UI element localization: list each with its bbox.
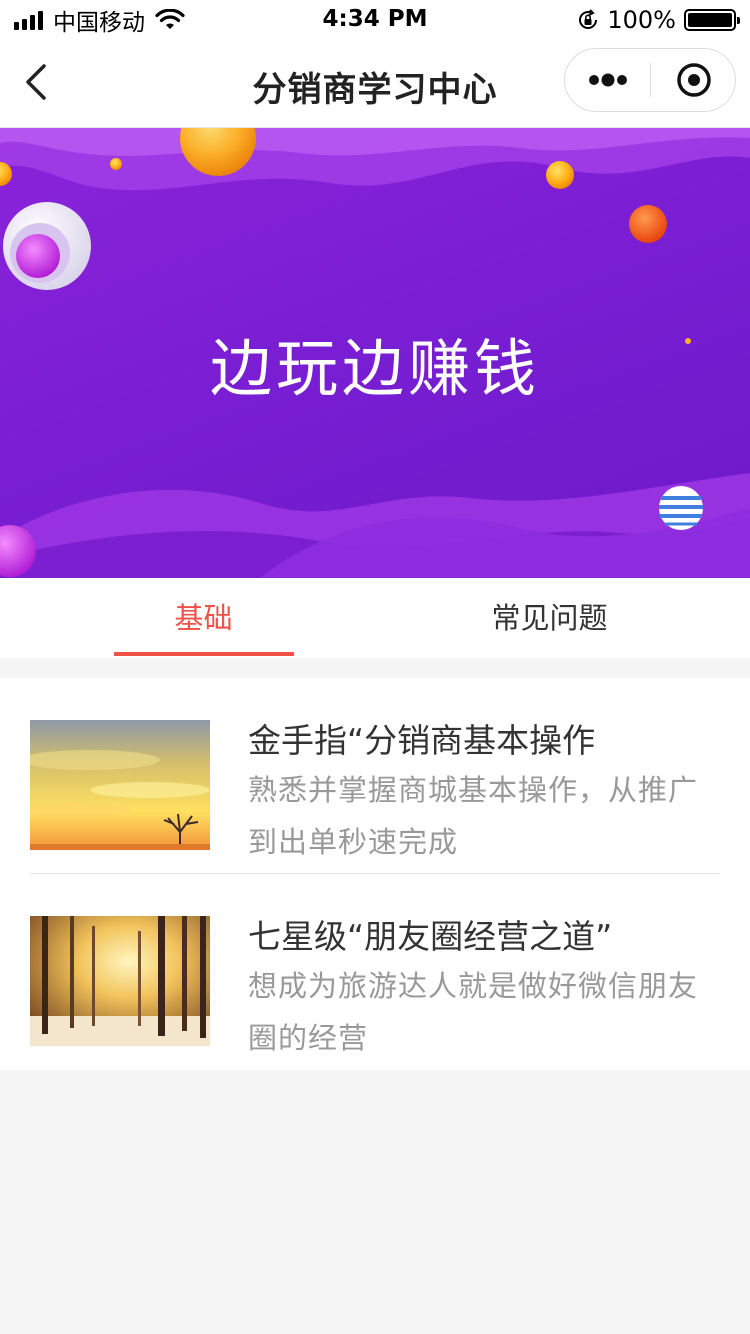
target-circle-icon bbox=[677, 63, 711, 97]
article-thumbnail bbox=[30, 916, 210, 1046]
more-button[interactable] bbox=[565, 49, 651, 111]
article-title: 七星级“朋友圈经营之道” bbox=[248, 917, 613, 956]
article-title: 金手指“分销商基本操作 bbox=[248, 721, 596, 760]
rotation-lock-icon bbox=[579, 9, 598, 29]
tab-faq-label: 常见问题 bbox=[491, 601, 608, 635]
tab-faq[interactable]: 常见问题 bbox=[362, 578, 737, 658]
active-tab-indicator bbox=[114, 652, 294, 656]
sunset-sky-image bbox=[30, 720, 210, 850]
article-list: 金手指“分销商基本操作 熟悉并掌握商城基本操作，从推广到出单秒速完成 七星级“朋… bbox=[0, 678, 750, 1070]
battery-icon bbox=[684, 9, 740, 31]
article-description: 熟悉并掌握商城基本操作，从推广到出单秒速完成 bbox=[248, 773, 699, 859]
tab-basics-label: 基础 bbox=[174, 601, 233, 635]
article-thumbnail bbox=[30, 720, 210, 850]
tab-basics[interactable]: 基础 bbox=[16, 578, 391, 658]
hero-banner[interactable]: 边玩边赚钱 bbox=[0, 128, 750, 578]
battery-percent: 100% bbox=[607, 6, 676, 34]
article-description: 想成为旅游达人就是做好微信朋友圈的经营 bbox=[248, 969, 699, 1055]
close-mini-program-button[interactable] bbox=[651, 49, 737, 111]
banner-title: 边玩边赚钱 bbox=[209, 332, 540, 405]
winter-forest-image bbox=[30, 916, 210, 1046]
status-bar: 中国移动 4:34 PM 100% bbox=[0, 0, 750, 40]
mini-program-capsule bbox=[564, 48, 736, 112]
tab-bar: 基础 常见问题 bbox=[0, 578, 750, 658]
status-right: 100% bbox=[577, 6, 740, 34]
nav-bar: 分销商学习中心 bbox=[0, 40, 750, 128]
more-dots-icon bbox=[589, 73, 627, 87]
list-item[interactable]: 七星级“朋友圈经营之道” 想成为旅游达人就是做好微信朋友圈的经营 bbox=[0, 874, 750, 1070]
list-item[interactable]: 金手指“分销商基本操作 熟悉并掌握商城基本操作，从推广到出单秒速完成 bbox=[0, 678, 750, 874]
